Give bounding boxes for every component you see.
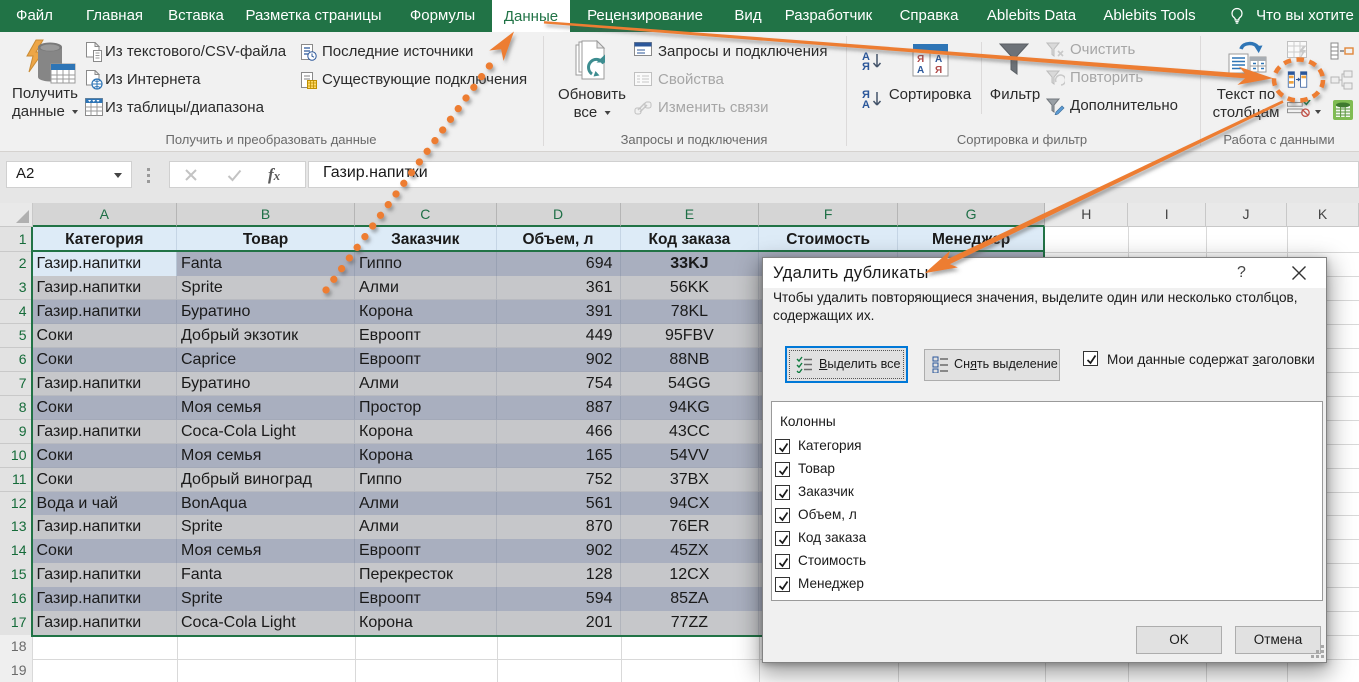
- svg-text:Я: Я: [917, 54, 924, 65]
- svg-text:А: А: [917, 65, 924, 76]
- svg-text:Я: Я: [935, 65, 942, 76]
- svg-text:А: А: [862, 99, 870, 109]
- svg-text:А: А: [935, 54, 942, 65]
- svg-text:Я: Я: [862, 61, 870, 71]
